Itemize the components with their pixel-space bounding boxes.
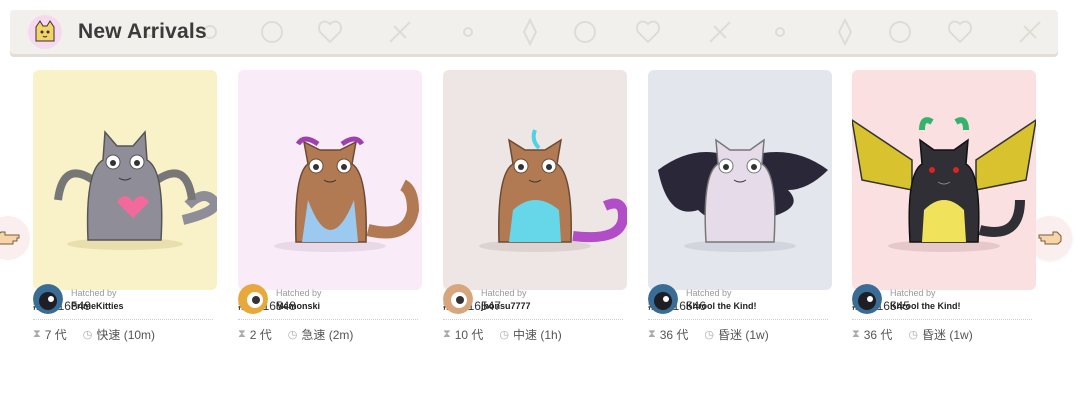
hatched-by-label: Hatched by: [890, 287, 936, 298]
hatched-by-label: Hatched by: [276, 287, 322, 298]
avatar[interactable]: [33, 284, 63, 314]
divider: [33, 319, 213, 320]
hatched-by-label: Hatched by: [481, 287, 527, 298]
hatcher-name[interactable]: PrimeKitties: [71, 301, 124, 311]
cooldown-label: 昏迷 (1w): [718, 328, 769, 342]
generation-icon: ⧗: [852, 328, 860, 340]
hatcher-name[interactable]: Khrool the Kind!: [686, 301, 757, 311]
divider: [852, 319, 1032, 320]
avatar[interactable]: [648, 284, 678, 314]
cooldown-label: 中速 (1h): [513, 328, 562, 342]
clock-icon: ◷: [287, 329, 298, 341]
generation-label: 2 代: [249, 328, 272, 342]
generation-icon: ⧗: [33, 328, 41, 340]
section-header: New Arrivals: [10, 10, 1058, 54]
generation-icon: ⧗: [238, 328, 246, 340]
cat-illustration: [274, 136, 420, 252]
generation-label: 7 代: [44, 328, 67, 342]
hatcher-name[interactable]: jhonsu7777: [481, 301, 531, 311]
clock-icon: ◷: [908, 329, 919, 341]
cat-face-icon: [28, 15, 62, 49]
hatcher-info: Hatched by Khrool the Kind!: [852, 284, 961, 314]
kitty-image[interactable]: [238, 70, 422, 290]
cooldown-label: 急速 (2m): [301, 328, 354, 342]
hatcher-info: Hatched by jhonsu7777: [443, 284, 531, 314]
generation-label: 36 代: [863, 328, 893, 342]
hatcher-info: Hatched by Memonski: [238, 284, 322, 314]
cat-illustration: [54, 130, 217, 250]
hatcher-name[interactable]: Khrool the Kind!: [890, 301, 961, 311]
hatcher-info: Hatched by PrimeKitties: [33, 284, 124, 314]
pointing-hand-left-icon: [0, 231, 20, 245]
hatched-by-label: Hatched by: [71, 287, 117, 298]
divider: [443, 319, 623, 320]
clock-icon: ◷: [704, 329, 715, 341]
clock-icon: ◷: [499, 329, 510, 341]
hatcher-name[interactable]: Memonski: [276, 301, 322, 311]
previous-button[interactable]: [0, 216, 30, 260]
generation-label: 36 代: [659, 328, 689, 342]
cooldown-label: 快速 (10m): [96, 328, 156, 342]
cat-illustration: [658, 138, 828, 252]
kitty-image[interactable]: [648, 70, 832, 290]
generation-icon: ⧗: [443, 328, 451, 340]
kitty-image[interactable]: [33, 70, 217, 290]
pointing-hand-right-icon: [1038, 231, 1062, 245]
divider: [648, 319, 828, 320]
divider: [238, 319, 418, 320]
cat-illustration: [479, 129, 627, 252]
avatar[interactable]: [443, 284, 473, 314]
kitty-image[interactable]: [443, 70, 627, 290]
hatched-by-label: Hatched by: [686, 287, 732, 298]
avatar[interactable]: [238, 284, 268, 314]
kitty-image[interactable]: [852, 70, 1036, 290]
generation-label: 10 代: [454, 328, 484, 342]
clock-icon: ◷: [82, 329, 93, 341]
hatcher-info: Hatched by Khrool the Kind!: [648, 284, 757, 314]
cooldown-label: 昏迷 (1w): [922, 328, 973, 342]
cat-illustration: [852, 117, 1036, 252]
generation-icon: ⧗: [648, 328, 656, 340]
page-title: New Arrivals: [78, 20, 207, 43]
avatar[interactable]: [852, 284, 882, 314]
